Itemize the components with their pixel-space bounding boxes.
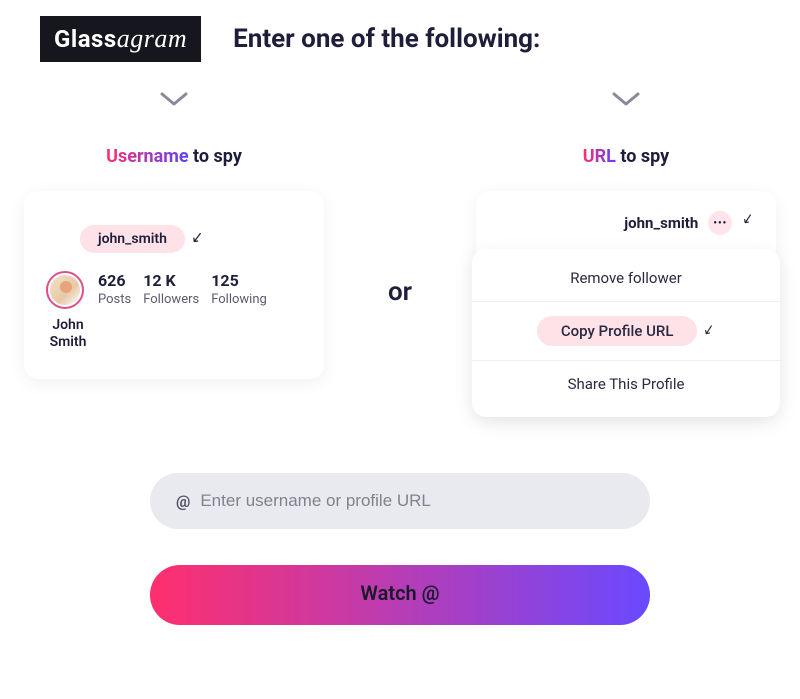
menu-item-share-profile[interactable]: Share This Profile [472, 361, 780, 407]
chevron-down-icon [612, 92, 640, 108]
more-options-button[interactable]: ••• [708, 211, 732, 235]
arrow-hint-icon: ↙ [190, 227, 205, 247]
right-title-highlight: URL [583, 146, 616, 167]
display-name-last: Smith [50, 334, 87, 350]
watch-button[interactable]: Watch @ [150, 565, 650, 625]
chevron-down-icon [160, 92, 188, 108]
menu-item-remove-follower[interactable]: Remove follower [472, 255, 780, 302]
stat-posts-lbl: Posts [98, 292, 131, 307]
column-username: Username to spy john_smith↙ John Smith 6… [24, 92, 324, 379]
or-separator: or [350, 92, 450, 307]
left-title: Username to spy [106, 146, 242, 167]
profile-block: John Smith 626 Posts 12 K Followers 125 [46, 271, 302, 351]
right-title-rest: to spy [616, 146, 669, 167]
stat-following: 125 Following [211, 271, 267, 307]
brand-agram: agram [117, 24, 187, 53]
right-title: URL to spy [583, 146, 669, 167]
url-card: john_smith ••• ↙ Remove follower Copy Pr… [476, 191, 776, 413]
context-menu: Remove follower Copy Profile URL↙ Share … [472, 249, 780, 417]
arrow-hint-icon: ↙ [702, 321, 717, 339]
brand-logo: Glassagram [40, 16, 201, 62]
search-input[interactable] [200, 491, 624, 511]
at-icon: @ [176, 492, 190, 511]
stat-following-lbl: Following [211, 292, 267, 307]
avatar[interactable] [46, 271, 84, 309]
page-title: Enter one of the following: [233, 24, 540, 54]
left-title-highlight: Username [106, 146, 188, 167]
stat-followers-num: 12 K [143, 271, 199, 290]
left-title-rest: to spy [189, 146, 242, 167]
stat-following-num: 125 [211, 271, 267, 290]
stat-followers: 12 K Followers [143, 271, 199, 307]
stats-row: 626 Posts 12 K Followers 125 Following [98, 271, 267, 307]
stat-posts-num: 626 [98, 271, 131, 290]
username-card: john_smith↙ John Smith 626 Posts 12 K [24, 191, 324, 379]
menu-item-copy-url[interactable]: Copy Profile URL↙ [472, 302, 780, 361]
arrow-hint-icon: ↙ [741, 210, 756, 228]
display-name-first: John [52, 317, 83, 333]
stat-posts: 626 Posts [98, 271, 131, 307]
menu-item-copy-url-label: Copy Profile URL [537, 316, 698, 346]
username-pill[interactable]: john_smith [80, 225, 185, 253]
brand-glass: Glass [54, 25, 117, 53]
url-card-username: john_smith [624, 214, 698, 232]
column-url: URL to spy john_smith ••• ↙ Remove follo… [476, 92, 776, 413]
display-name: John Smith [46, 317, 90, 351]
stat-followers-lbl: Followers [143, 292, 199, 307]
search-input-wrap[interactable]: @ [150, 473, 650, 529]
